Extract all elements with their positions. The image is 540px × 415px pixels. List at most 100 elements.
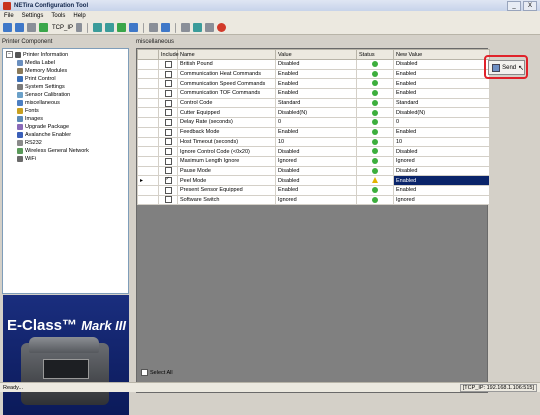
- open-icon[interactable]: [3, 23, 12, 32]
- include-checkbox[interactable]: [164, 89, 172, 97]
- new-value-cell[interactable]: Enabled: [393, 68, 490, 80]
- include-cell[interactable]: [158, 175, 178, 186]
- tree-item-wireless-general-network[interactable]: Wireless General Network: [17, 147, 89, 154]
- new-value-cell[interactable]: Enabled: [393, 78, 490, 90]
- tree-item-sensor-calibration[interactable]: Sensor Calibration: [17, 91, 70, 98]
- column-status[interactable]: Status: [356, 49, 394, 60]
- include-cell[interactable]: [158, 107, 178, 119]
- collapse-icon[interactable]: −: [6, 51, 13, 58]
- select-all-checkbox[interactable]: [141, 369, 148, 376]
- include-cell[interactable]: [158, 126, 178, 138]
- new-value-cell[interactable]: Disabled: [393, 165, 490, 177]
- menu-tools[interactable]: Tools: [51, 13, 65, 19]
- table-row[interactable]: ▸ Peel ModeDisabled Enabled: [137, 175, 490, 186]
- tree-item-rs232[interactable]: RS232: [17, 139, 42, 146]
- tree-item-print-control[interactable]: Print Control: [17, 75, 56, 82]
- table-row[interactable]: Communication TOF Commands Enabled Enabled: [137, 88, 490, 99]
- include-checkbox[interactable]: [164, 167, 172, 175]
- table-row[interactable]: Present Sensor Equipped Enabled Enabled: [137, 184, 490, 196]
- upload-icon[interactable]: [161, 23, 171, 32]
- column-new-value[interactable]: New Value: [393, 49, 490, 60]
- tree-item-avalanche-enabler[interactable]: Avalanche Enabler: [17, 131, 71, 138]
- table-row[interactable]: Pause Mode Disabled Disabled: [137, 165, 490, 177]
- include-checkbox[interactable]: [164, 80, 172, 88]
- include-checkbox[interactable]: [164, 177, 172, 185]
- include-checkbox[interactable]: [164, 70, 172, 78]
- tree-item-system-settings[interactable]: System Settings: [17, 83, 65, 90]
- include-cell[interactable]: [158, 155, 178, 167]
- tree-item-upgrade-package[interactable]: Upgrade Package: [17, 123, 69, 130]
- table-row[interactable]: Ignore Control Code (<0x20) Disabled Disab…: [137, 146, 490, 157]
- table-row[interactable]: Cutter Equipped Disabled(N) Disabled(N): [137, 107, 490, 119]
- include-checkbox[interactable]: [164, 128, 172, 136]
- include-cell[interactable]: [158, 88, 178, 99]
- include-cell[interactable]: [158, 146, 178, 157]
- column-include[interactable]: Include: [158, 49, 179, 60]
- edit-icon[interactable]: [27, 23, 36, 32]
- tools-icon[interactable]: [193, 23, 203, 32]
- tree-item-memory-modules[interactable]: Memory Modules: [17, 67, 67, 74]
- tree-item-miscellaneous[interactable]: miscellaneous: [17, 99, 60, 106]
- new-value-cell[interactable]: Disabled(N): [393, 107, 490, 119]
- help-icon[interactable]: [205, 23, 215, 32]
- include-cell[interactable]: [158, 184, 178, 196]
- include-cell[interactable]: [158, 117, 178, 128]
- settings-table[interactable]: Include Name Value Status New Value Brit…: [137, 49, 490, 206]
- arrow-icon[interactable]: [129, 23, 139, 32]
- connection-icon[interactable]: [39, 23, 48, 32]
- include-cell[interactable]: [158, 97, 178, 109]
- include-checkbox[interactable]: [164, 60, 172, 68]
- include-cell[interactable]: [158, 68, 178, 80]
- minimize-button[interactable]: _: [507, 0, 521, 11]
- download-icon[interactable]: [149, 23, 159, 32]
- column-name[interactable]: Name: [177, 49, 276, 60]
- new-value-cell[interactable]: Enabled: [393, 88, 490, 99]
- grid-icon[interactable]: [105, 23, 115, 32]
- include-checkbox[interactable]: [164, 196, 172, 204]
- close-button[interactable]: X: [523, 0, 537, 11]
- select-all[interactable]: Select All: [141, 369, 173, 376]
- table-row[interactable]: Feedback Mode Enabled Enabled: [137, 126, 490, 138]
- stop-icon[interactable]: [217, 23, 227, 32]
- dropdown-icon[interactable]: [76, 23, 83, 32]
- table-row[interactable]: Host Timeout (seconds) 10 10: [137, 136, 490, 148]
- include-cell[interactable]: [158, 59, 178, 70]
- include-checkbox[interactable]: [164, 118, 172, 126]
- include-checkbox[interactable]: [164, 186, 172, 194]
- new-value-cell[interactable]: Disabled: [393, 146, 490, 157]
- new-value-cell[interactable]: Ignored: [393, 194, 490, 206]
- table-row[interactable]: Maximum Length Ignore Ignored Ignored: [137, 155, 490, 167]
- menu-settings[interactable]: Settings: [22, 13, 44, 19]
- new-value-cell[interactable]: Ignored: [393, 155, 490, 167]
- include-cell[interactable]: [158, 165, 178, 177]
- new-value-cell[interactable]: Enabled: [393, 175, 490, 186]
- include-cell[interactable]: [158, 194, 178, 206]
- menu-help[interactable]: Help: [73, 13, 85, 19]
- tree-item-images[interactable]: Images: [17, 115, 43, 122]
- include-cell[interactable]: [158, 136, 178, 148]
- print-icon[interactable]: [181, 23, 191, 32]
- table-row[interactable]: Communication Speed Commands Enabled Enabl…: [137, 78, 490, 90]
- include-checkbox[interactable]: [164, 148, 172, 156]
- save-icon[interactable]: [15, 23, 24, 32]
- column-value[interactable]: Value: [275, 49, 357, 60]
- table-row[interactable]: Control Code Standard Standard: [137, 97, 490, 109]
- table-row[interactable]: Delay Rate (seconds) 0 0: [137, 117, 490, 128]
- new-value-cell[interactable]: 10: [393, 136, 490, 148]
- refresh-icon[interactable]: [117, 23, 127, 32]
- new-value-cell[interactable]: Enabled: [393, 184, 490, 196]
- tree-item-printer-information[interactable]: − Printer Information: [6, 51, 68, 58]
- table-row[interactable]: Software Switch Ignored Ignored: [137, 194, 490, 206]
- include-cell[interactable]: [158, 78, 178, 90]
- include-checkbox[interactable]: [164, 109, 172, 117]
- table-row[interactable]: Communication Heat Commands Enabled Enable…: [137, 68, 490, 80]
- include-checkbox[interactable]: [164, 157, 172, 165]
- include-checkbox[interactable]: [164, 138, 172, 146]
- new-value-cell[interactable]: 0: [393, 117, 490, 128]
- new-value-cell[interactable]: Disabled: [393, 59, 490, 70]
- tree-item-wifi[interactable]: WiFi: [17, 155, 36, 162]
- tree-item-media-label[interactable]: Media Label: [17, 59, 55, 66]
- table-row[interactable]: British Pound Disabled Disabled: [137, 59, 490, 70]
- settings-grid[interactable]: Include Name Value Status New Value Brit…: [136, 48, 490, 393]
- new-value-cell[interactable]: Enabled: [393, 126, 490, 138]
